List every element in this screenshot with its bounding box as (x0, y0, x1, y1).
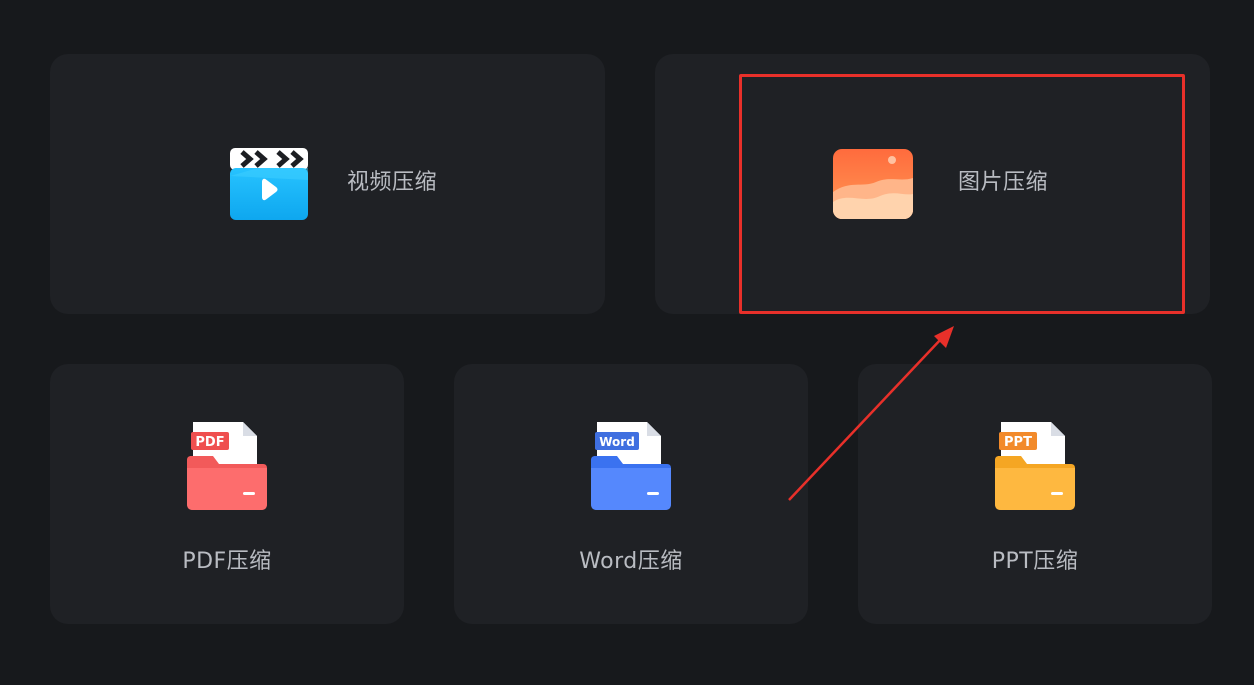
ppt-badge: PPT (1004, 435, 1032, 450)
pdf-folder-icon: PDF (187, 420, 269, 512)
word-compress-label: Word压缩 (579, 549, 683, 574)
video-compress-card[interactable]: 视频压缩 (50, 54, 605, 314)
pdf-compress-card[interactable]: PDF PDF压缩 (50, 364, 404, 624)
word-badge: Word (599, 435, 635, 449)
compression-tools-page: 视频压缩 图片压缩 PDF PDF压缩 Word Word压缩 PPT PPT压… (0, 0, 1254, 685)
video-compress-label: 视频压缩 (347, 170, 438, 195)
image-photo-icon (832, 148, 914, 224)
pdf-compress-label: PDF压缩 (182, 549, 272, 574)
ppt-compress-label: PPT压缩 (991, 549, 1079, 574)
pdf-badge: PDF (195, 435, 224, 450)
ppt-folder-icon: PPT (995, 420, 1077, 512)
ppt-compress-card[interactable]: PPT PPT压缩 (858, 364, 1212, 624)
image-compress-label: 图片压缩 (958, 170, 1049, 195)
word-compress-card[interactable]: Word Word压缩 (454, 364, 808, 624)
image-compress-card[interactable]: 图片压缩 (655, 54, 1210, 314)
word-folder-icon: Word (591, 420, 673, 512)
video-clapper-icon (228, 146, 310, 222)
